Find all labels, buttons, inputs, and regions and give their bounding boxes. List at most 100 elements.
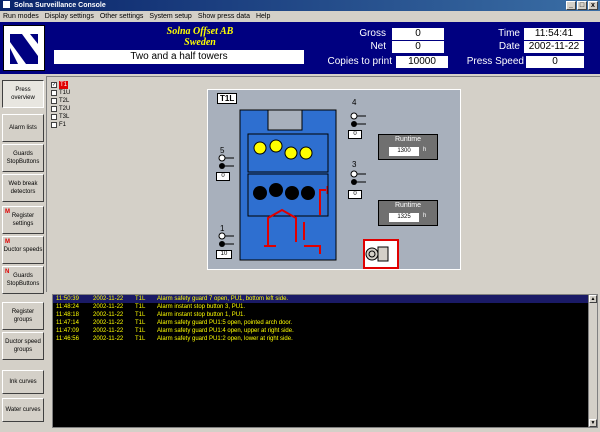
log-scrollbar[interactable]: ▲ ▼ — [588, 295, 597, 427]
speed-value: 0 — [526, 56, 584, 68]
log-text: Alarm instant stop button 1, PU1. — [157, 312, 246, 318]
log-date: 2002-11-22 — [93, 304, 124, 310]
net-value: 0 — [392, 41, 444, 53]
modified-mark: M — [5, 239, 10, 245]
log-time: 11:47:09 — [56, 328, 79, 334]
net-label: Net — [370, 41, 386, 52]
log-text: Alarm safety guard PU1:4 open, upper at … — [157, 328, 294, 334]
tree-item-label: T1U — [59, 90, 71, 96]
log-time: 11:48:24 — [56, 304, 79, 310]
runtime-top-box: Runtime 1300 h — [378, 134, 438, 160]
sidebar-item-ductor-speed-groups[interactable]: Ductor speed groups — [2, 332, 44, 360]
press-overview-area: ✓ T1 T1U T2L T2U T3L F1 T1L 4 0 5 0 3 0 … — [46, 76, 600, 292]
unit-4-counter: 0 — [348, 130, 362, 139]
sidebar-item-ductor-speeds[interactable]: M Ductor speeds — [2, 236, 44, 264]
tree-item-t2l[interactable]: T2L — [51, 97, 70, 105]
sidebar-item-ink-curves[interactable]: Ink curves — [2, 370, 44, 394]
checkbox-checked-icon[interactable]: ✓ — [51, 82, 57, 88]
tree-item-t1u[interactable]: T1U — [51, 89, 70, 97]
unit-5-label: 5 — [220, 146, 225, 155]
tower-tree: ✓ T1 T1U T2L T2U T3L F1 — [51, 81, 70, 129]
sidebar-item-guards-stopbuttons-2[interactable]: N Guards StopButtons — [2, 266, 44, 294]
unit-5-counter: 0 — [216, 172, 230, 181]
runtime-bottom-unit: h — [423, 213, 427, 219]
switch-4-icon — [350, 112, 366, 127]
log-text: Alarm safety guard PU1:2 open, lower at … — [157, 336, 293, 342]
minimize-button[interactable]: _ — [566, 1, 576, 10]
scroll-down-icon[interactable]: ▼ — [589, 419, 597, 427]
checkbox-icon[interactable] — [51, 114, 57, 120]
tree-item-label: F1 — [59, 122, 67, 128]
runtime-bottom-label: Runtime — [394, 202, 422, 209]
date-label: Date — [498, 41, 520, 52]
menu-other-settings[interactable]: Other settings — [97, 11, 147, 22]
log-row[interactable]: 11:50:39 2002-11-22 T1L Alarm safety gua… — [53, 295, 597, 303]
unit-4-label: 4 — [352, 98, 357, 107]
speed-label: Press Speed — [466, 56, 524, 67]
sidebar-item-label: Ink curves — [9, 379, 37, 385]
log-row[interactable]: 11:48:18 2002-11-22 T1L Alarm instant st… — [53, 311, 597, 319]
log-row[interactable]: 11:47:09 2002-11-22 T1L Alarm safety gua… — [53, 327, 597, 335]
sidebar-item-register-groups[interactable]: Register groups — [2, 302, 44, 330]
alarm-log[interactable]: 11:50:39 2002-11-22 T1L Alarm safety gua… — [52, 294, 598, 428]
log-row[interactable]: 11:48:24 2002-11-22 T1L Alarm instant st… — [53, 303, 597, 311]
tree-item-f1[interactable]: F1 — [51, 121, 70, 129]
company-line-1: Solna Offset AB — [166, 26, 234, 37]
log-text: Alarm safety guard PU1:5 open, pointed a… — [157, 320, 293, 326]
header-panel: Solna Offset AB Sweden Two and a half to… — [0, 22, 600, 74]
switch-3-icon — [350, 170, 366, 185]
sidebar: Press overview Alarm lists Guards StopBu… — [0, 74, 46, 432]
sidebar-item-web-break-detectors[interactable]: Web break detectors — [2, 174, 44, 202]
checkbox-icon[interactable] — [51, 106, 57, 112]
unit-1-counter: 10 — [216, 250, 232, 259]
sidebar-item-guards-stopbuttons[interactable]: Guards StopButtons — [2, 144, 44, 172]
menu-display-settings[interactable]: Display settings — [42, 11, 97, 22]
log-tower: T1L — [135, 328, 146, 334]
runtime-bottom-box: Runtime 1325 h — [378, 200, 438, 226]
sidebar-item-press-overview[interactable]: Press overview — [2, 80, 44, 108]
checkbox-icon[interactable] — [51, 122, 57, 128]
new-mark: N — [5, 269, 10, 275]
date-value: 2002-11-22 — [524, 41, 584, 53]
log-date: 2002-11-22 — [93, 320, 124, 326]
log-date: 2002-11-22 — [93, 328, 124, 334]
gross-value: 0 — [392, 28, 444, 40]
unit-1-label: 1 — [220, 224, 225, 233]
tree-item-label: T1 — [59, 81, 69, 89]
gross-label: Gross — [359, 28, 386, 39]
sidebar-item-water-curves[interactable]: Water curves — [2, 398, 44, 422]
tree-item-label: T2L — [59, 98, 70, 104]
sidebar-item-label: Alarm lists — [9, 125, 37, 131]
switch-1-icon — [218, 232, 234, 247]
window-title: Solna Surveillance Console — [13, 2, 106, 9]
menu-system-setup[interactable]: System setup — [146, 11, 194, 22]
menu-help[interactable]: Help — [253, 11, 273, 22]
close-button[interactable]: x — [588, 1, 598, 10]
company-line-2: Sweden — [184, 37, 216, 48]
log-row[interactable]: 11:47:14 2002-11-22 T1L Alarm safety gua… — [53, 319, 597, 327]
sidebar-item-alarm-lists[interactable]: Alarm lists — [2, 114, 44, 142]
log-row[interactable]: 11:46:56 2002-11-22 T1L Alarm safety gua… — [53, 335, 597, 343]
log-time: 11:48:18 — [56, 312, 79, 318]
checkbox-icon[interactable] — [51, 98, 57, 104]
log-date: 2002-11-22 — [93, 336, 124, 342]
tree-item-t3l[interactable]: T3L — [51, 113, 70, 121]
sidebar-item-register-settings[interactable]: M Register settings — [2, 206, 44, 234]
checkbox-icon[interactable] — [51, 90, 57, 96]
scroll-up-icon[interactable]: ▲ — [589, 295, 597, 303]
log-text: Alarm safety guard 7 open, PU1, bottom l… — [157, 296, 289, 302]
menu-bar: Run modes Display settings Other setting… — [0, 11, 600, 22]
log-time: 11:46:56 — [56, 336, 79, 342]
title-bar: Solna Surveillance Console _ □ x — [0, 0, 600, 11]
tree-item-t1[interactable]: ✓ T1 — [51, 81, 70, 89]
maximize-button[interactable]: □ — [577, 1, 587, 10]
tree-item-t2u[interactable]: T2U — [51, 105, 70, 113]
unit-3-label: 3 — [352, 160, 357, 169]
menu-run-modes[interactable]: Run modes — [0, 11, 42, 22]
sidebar-item-label: Press overview — [11, 87, 35, 101]
copies-value: 10000 — [396, 56, 448, 68]
company-name: Solna Offset AB Sweden — [110, 26, 290, 48]
modified-mark: M — [5, 209, 10, 215]
tree-item-label: T3L — [59, 114, 70, 120]
menu-show-press-data[interactable]: Show press data — [195, 11, 253, 22]
